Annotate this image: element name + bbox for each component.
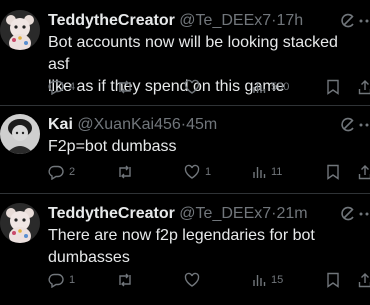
views-icon	[252, 273, 266, 287]
bookmark-icon	[326, 164, 340, 180]
share-button[interactable]	[358, 77, 370, 97]
share-button[interactable]	[358, 162, 370, 182]
views-icon	[252, 80, 266, 94]
action-bar: 1 15	[48, 270, 370, 290]
timestamp[interactable]: 17h	[276, 12, 303, 29]
action-bar: 2 1 11	[48, 162, 370, 182]
tweet-header: TeddytheCreator @Te_DEEx7·21m	[48, 203, 370, 225]
reply-icon	[48, 164, 64, 180]
divider	[0, 193, 370, 194]
tweet-text-line: F2p=bot dumbass	[48, 138, 177, 155]
like-button[interactable]: 1	[184, 162, 211, 182]
reply-icon	[48, 272, 64, 288]
tweet-text-line: There are now f2p legendaries for bot	[48, 227, 315, 244]
retweet-icon	[116, 79, 134, 95]
avatar[interactable]	[0, 10, 40, 50]
tweet-text-line: dumbasses	[48, 249, 130, 266]
timestamp[interactable]: 45m	[186, 116, 217, 133]
retweet-icon	[116, 272, 134, 288]
views-count: 11	[271, 166, 283, 178]
action-bar: 4 500	[48, 77, 370, 97]
tweet-header: TeddytheCreator @Te_DEEx7·17h	[48, 10, 370, 32]
reply-icon	[48, 79, 64, 95]
like-count: 1	[205, 166, 212, 178]
reply-button[interactable]: 1	[48, 270, 75, 290]
share-icon	[358, 164, 370, 180]
retweet-button[interactable]	[116, 270, 139, 290]
user-handle[interactable]: @Te_DEEx7	[179, 12, 271, 29]
user-handle[interactable]: @Te_DEEx7	[179, 205, 271, 222]
display-name[interactable]: TeddytheCreator	[48, 205, 175, 222]
views-icon	[252, 165, 266, 179]
avatar[interactable]	[0, 114, 40, 154]
reply-button[interactable]: 2	[48, 162, 75, 182]
reply-count: 4	[69, 81, 76, 93]
divider	[0, 105, 370, 106]
share-icon	[358, 272, 370, 288]
retweet-button[interactable]	[116, 162, 139, 182]
retweet-icon	[116, 164, 134, 180]
like-button[interactable]	[184, 77, 205, 97]
like-icon	[184, 272, 200, 288]
views-button[interactable]: 500	[252, 77, 289, 97]
share-icon	[358, 79, 370, 95]
bookmark-button[interactable]	[326, 77, 340, 97]
display-name[interactable]: TeddytheCreator	[48, 12, 175, 29]
views-count: 500	[271, 81, 290, 93]
bookmark-icon	[326, 79, 340, 95]
tweet-header: Kai @XuanKai456·45m	[48, 114, 370, 136]
bookmark-icon	[326, 272, 340, 288]
user-handle[interactable]: @XuanKai456	[77, 116, 180, 133]
display-name[interactable]: Kai	[48, 116, 73, 133]
avatar[interactable]	[0, 203, 40, 243]
views-button[interactable]: 11	[252, 162, 282, 182]
tweet-1[interactable]: TeddytheCreator @Te_DEEx7·17h Bot accoun…	[0, 10, 370, 100]
reply-count: 2	[69, 166, 76, 178]
tweet-2[interactable]: Kai @XuanKai456·45m F2p=bot dumbass 2 1 …	[0, 114, 370, 194]
tweet-text: F2p=bot dumbass	[48, 136, 362, 158]
timestamp[interactable]: 21m	[276, 205, 307, 222]
views-count: 15	[271, 274, 284, 286]
like-button[interactable]	[184, 270, 205, 290]
bookmark-button[interactable]	[326, 270, 340, 290]
share-button[interactable]	[358, 270, 370, 290]
tweet-text-line: Bot accounts now will be looking stacked…	[48, 34, 338, 73]
like-icon	[184, 164, 200, 180]
reply-button[interactable]: 4	[48, 77, 75, 97]
tweet-text: There are now f2p legendaries for bot du…	[48, 225, 362, 269]
bookmark-button[interactable]	[326, 162, 340, 182]
retweet-button[interactable]	[116, 77, 139, 97]
tweet-3[interactable]: TeddytheCreator @Te_DEEx7·21m There are …	[0, 203, 370, 303]
reply-count: 1	[69, 274, 76, 286]
views-button[interactable]: 15	[252, 270, 283, 290]
like-icon	[184, 79, 200, 95]
